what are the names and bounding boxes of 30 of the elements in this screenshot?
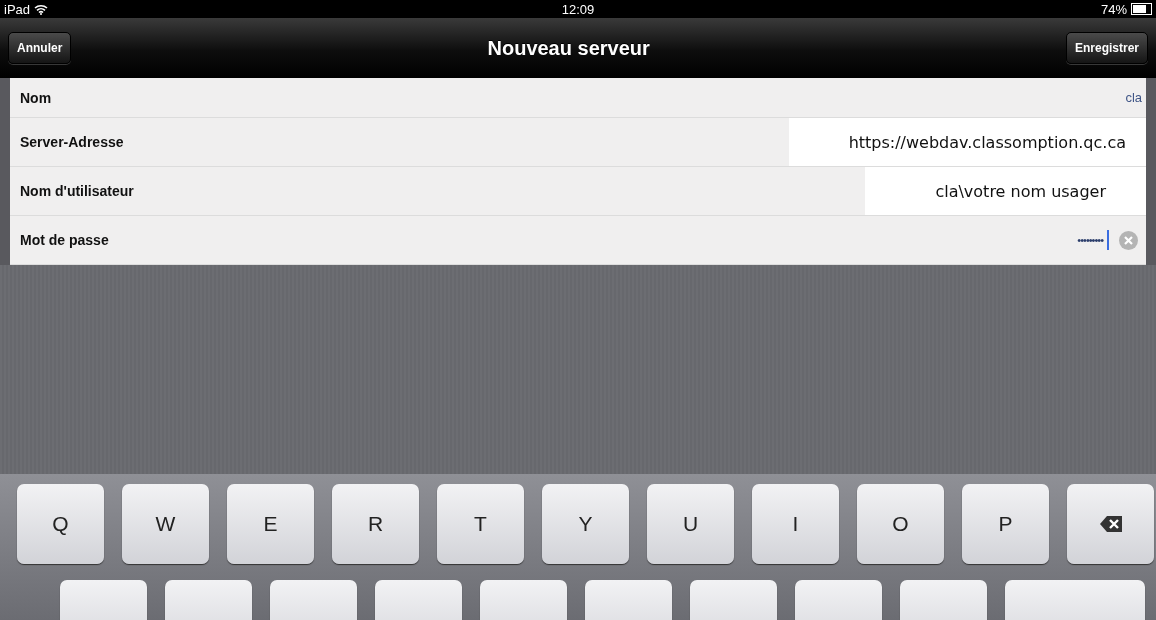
device-name: iPad [4, 1, 31, 17]
cancel-button[interactable]: Annuler [8, 32, 72, 64]
wifi-icon [34, 3, 49, 15]
field-label: Nom [20, 89, 52, 106]
password-field[interactable]: ••••••••• [1077, 234, 1103, 246]
key[interactable]: I [752, 484, 839, 564]
key[interactable]: T [437, 484, 524, 564]
backspace-icon [1099, 516, 1122, 532]
field-label: Server-Adresse [20, 134, 124, 150]
key[interactable]: E [227, 484, 314, 564]
key[interactable]: R [332, 484, 419, 564]
field-value[interactable]: https://webdav.classomption.qc.ca [788, 118, 1146, 166]
field-value[interactable]: cla [1125, 90, 1146, 105]
screen-title: Nouveau serveur [487, 36, 650, 60]
save-button[interactable]: Enregistrer [1065, 32, 1148, 64]
clear-icon[interactable] [1119, 230, 1138, 250]
clock-time: 12:09 [561, 1, 595, 17]
field-value[interactable]: cla\votre nom usager [865, 167, 1146, 215]
backspace-key[interactable] [1067, 484, 1154, 564]
key[interactable]: W [122, 484, 209, 564]
key[interactable]: P [962, 484, 1049, 564]
key[interactable]: Y [542, 484, 629, 564]
battery-percent: 74% [1100, 1, 1127, 17]
field-label: Mot de passe [20, 232, 109, 248]
key[interactable]: Q [17, 484, 104, 564]
text-cursor [1107, 230, 1109, 250]
field-label: Nom d'utilisateur [20, 183, 134, 199]
key[interactable]: U [647, 484, 734, 564]
battery-icon [1131, 3, 1152, 15]
key[interactable]: O [857, 484, 944, 564]
